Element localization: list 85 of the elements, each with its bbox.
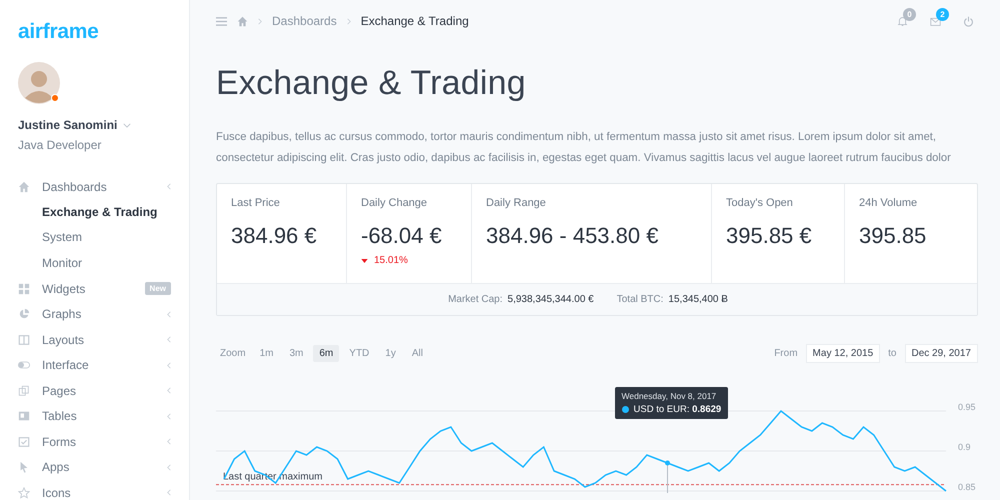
summary-label: Total BTC: bbox=[616, 294, 664, 305]
grid-icon bbox=[18, 282, 30, 295]
summary-value: 15,345,400 Ƀ bbox=[668, 294, 728, 305]
chevron-icon bbox=[167, 489, 171, 496]
summary-value: 5,938,345,344.00 € bbox=[508, 294, 594, 305]
stat-label: Daily Change bbox=[361, 197, 428, 209]
zoom-button[interactable]: YTD bbox=[343, 345, 376, 362]
user-role: Java Developer bbox=[18, 138, 102, 152]
zoom-button[interactable]: 1y bbox=[379, 345, 402, 362]
layout-icon bbox=[18, 334, 30, 346]
nav-item[interactable]: Forms bbox=[18, 429, 171, 454]
pages-icon bbox=[18, 384, 30, 397]
submenu-item[interactable]: System bbox=[18, 225, 171, 250]
hover-point bbox=[665, 460, 670, 466]
zoom-button[interactable]: 3m bbox=[283, 345, 310, 362]
pointer-icon bbox=[18, 461, 30, 474]
home-icon[interactable] bbox=[237, 16, 248, 26]
zoom-button[interactable]: All bbox=[406, 345, 429, 362]
chevron-icon bbox=[167, 438, 171, 446]
nav-item[interactable]: Widgets New bbox=[18, 276, 171, 302]
chevron-icon bbox=[167, 183, 171, 190]
chevron-icon bbox=[167, 412, 171, 420]
brand-logo[interactable]: airframe bbox=[18, 20, 98, 44]
stat-label: Daily Range bbox=[486, 197, 546, 209]
chevron-icon bbox=[167, 387, 171, 394]
stat-value: 384.96 - 453.80 € bbox=[486, 223, 658, 249]
date-field[interactable]: May 12, 2015 bbox=[806, 344, 880, 363]
nav-item[interactable]: Graphs bbox=[18, 302, 171, 327]
from-label: From bbox=[774, 348, 798, 359]
stat-label: Last Price bbox=[231, 197, 280, 209]
axis-tick-label: 0.9 bbox=[958, 442, 971, 452]
date-field[interactable]: Dec 29, 2017 bbox=[904, 344, 978, 363]
nav-item[interactable]: Apps bbox=[18, 454, 171, 480]
stat-label: Today's Open bbox=[726, 197, 793, 209]
chevron-icon bbox=[346, 18, 351, 24]
summary-label: Market Cap: bbox=[448, 294, 503, 305]
series-dot bbox=[622, 406, 628, 413]
caret-icon[interactable] bbox=[123, 122, 132, 128]
star-icon bbox=[18, 486, 30, 499]
intro-paragraph: Fusce dapibus, tellus ac cursus commodo, tortor mauris condimentum nibh, ut fermentum massa justo sit amet risus. Lorem ipsum dolor sit amet, consectetur adipiscing elit. Cras justo odio, dapibus ac facilisis in, egestas eget quam. Vivamus sagittis lacus vel augue laoreet rutrum faucibus dolor bbox=[216, 130, 952, 166]
toggle-icon bbox=[18, 359, 30, 372]
check-icon bbox=[18, 436, 30, 448]
crosshair-line bbox=[667, 462, 668, 493]
change-percent: 15.01% bbox=[374, 255, 408, 266]
stat-value: 395.85 € bbox=[726, 223, 812, 249]
axis-tick-label: 0.85 bbox=[958, 482, 976, 492]
pie-icon bbox=[18, 308, 30, 320]
power-icon[interactable] bbox=[963, 16, 974, 26]
chevron-icon bbox=[167, 362, 171, 369]
nav-item[interactable]: Dashboards bbox=[18, 174, 171, 200]
nav-item[interactable]: Icons bbox=[18, 480, 171, 500]
bell-icon[interactable] bbox=[897, 16, 908, 26]
new-badge: New bbox=[144, 282, 171, 296]
zoom-button[interactable]: 6m bbox=[313, 345, 340, 362]
chevron-icon bbox=[167, 336, 171, 344]
stat-value: 384.96 € bbox=[231, 223, 317, 249]
chevron-icon bbox=[258, 18, 262, 24]
submenu-item[interactable]: Monitor bbox=[18, 250, 171, 276]
to-label: to bbox=[888, 348, 896, 359]
home-icon bbox=[18, 180, 30, 193]
zoom-button[interactable]: 1m bbox=[254, 345, 280, 362]
chevron-icon bbox=[167, 310, 171, 318]
breadcrumb-item: Exchange & Trading bbox=[360, 14, 469, 28]
stat-value: 395.85 bbox=[859, 223, 926, 249]
chevron-icon bbox=[167, 464, 171, 471]
user-name[interactable]: Justine Sanomini bbox=[18, 118, 118, 132]
axis-tick-label: 0.95 bbox=[958, 402, 976, 412]
page-title: Exchange & Trading bbox=[216, 64, 526, 103]
envelope-icon[interactable] bbox=[930, 16, 941, 26]
tooltip-value: USD to EUR: 0.8629 bbox=[634, 404, 722, 415]
avatar bbox=[18, 62, 60, 104]
stat-value: -68.04 € bbox=[361, 223, 442, 249]
nav-item[interactable]: Interface bbox=[18, 352, 171, 378]
nav-item[interactable]: Tables bbox=[18, 404, 171, 429]
nav-item[interactable]: Pages bbox=[18, 378, 171, 404]
stat-label: 24h Volume bbox=[859, 197, 918, 209]
menu-icon[interactable] bbox=[216, 16, 227, 26]
table-icon bbox=[18, 410, 30, 422]
breadcrumb-item[interactable]: Dashboards bbox=[272, 14, 337, 28]
submenu-item[interactable]: Exchange & Trading bbox=[18, 200, 171, 225]
count-badge: 2 bbox=[936, 8, 949, 20]
zoom-label: Zoom bbox=[220, 348, 246, 359]
tooltip-date: Wednesday, Nov 8, 2017 bbox=[622, 391, 718, 401]
count-badge: 0 bbox=[903, 8, 916, 20]
nav-item[interactable]: Layouts bbox=[18, 327, 171, 352]
